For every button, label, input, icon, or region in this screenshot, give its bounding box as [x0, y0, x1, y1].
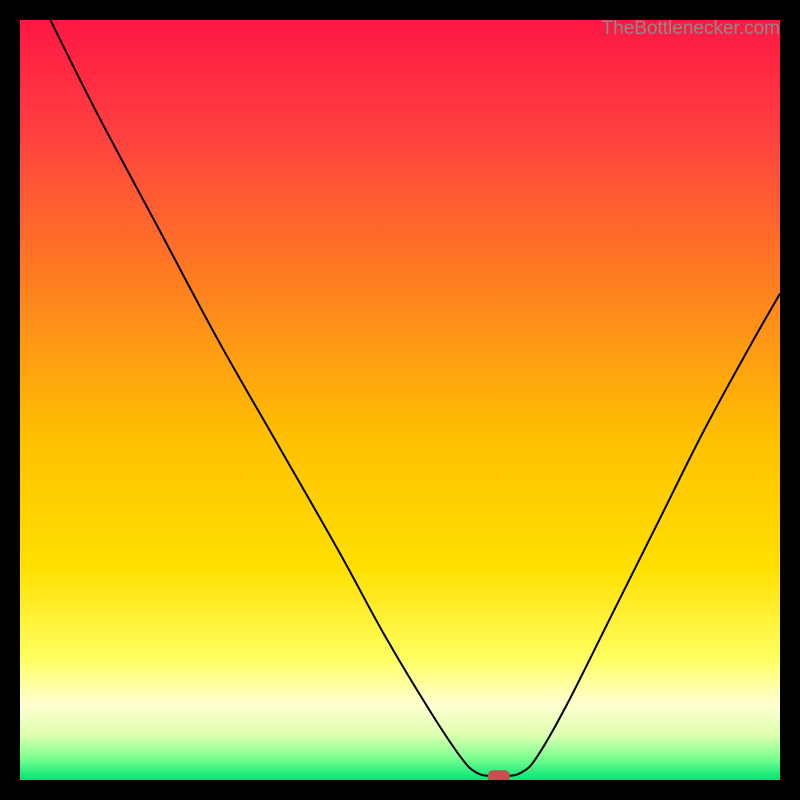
watermark-text: TheBottlenecker.com [602, 18, 780, 40]
chart-plot [20, 20, 780, 780]
chart-container: TheBottlenecker.com [20, 20, 780, 780]
chart-background [20, 20, 780, 780]
optimal-point-marker [488, 770, 510, 780]
